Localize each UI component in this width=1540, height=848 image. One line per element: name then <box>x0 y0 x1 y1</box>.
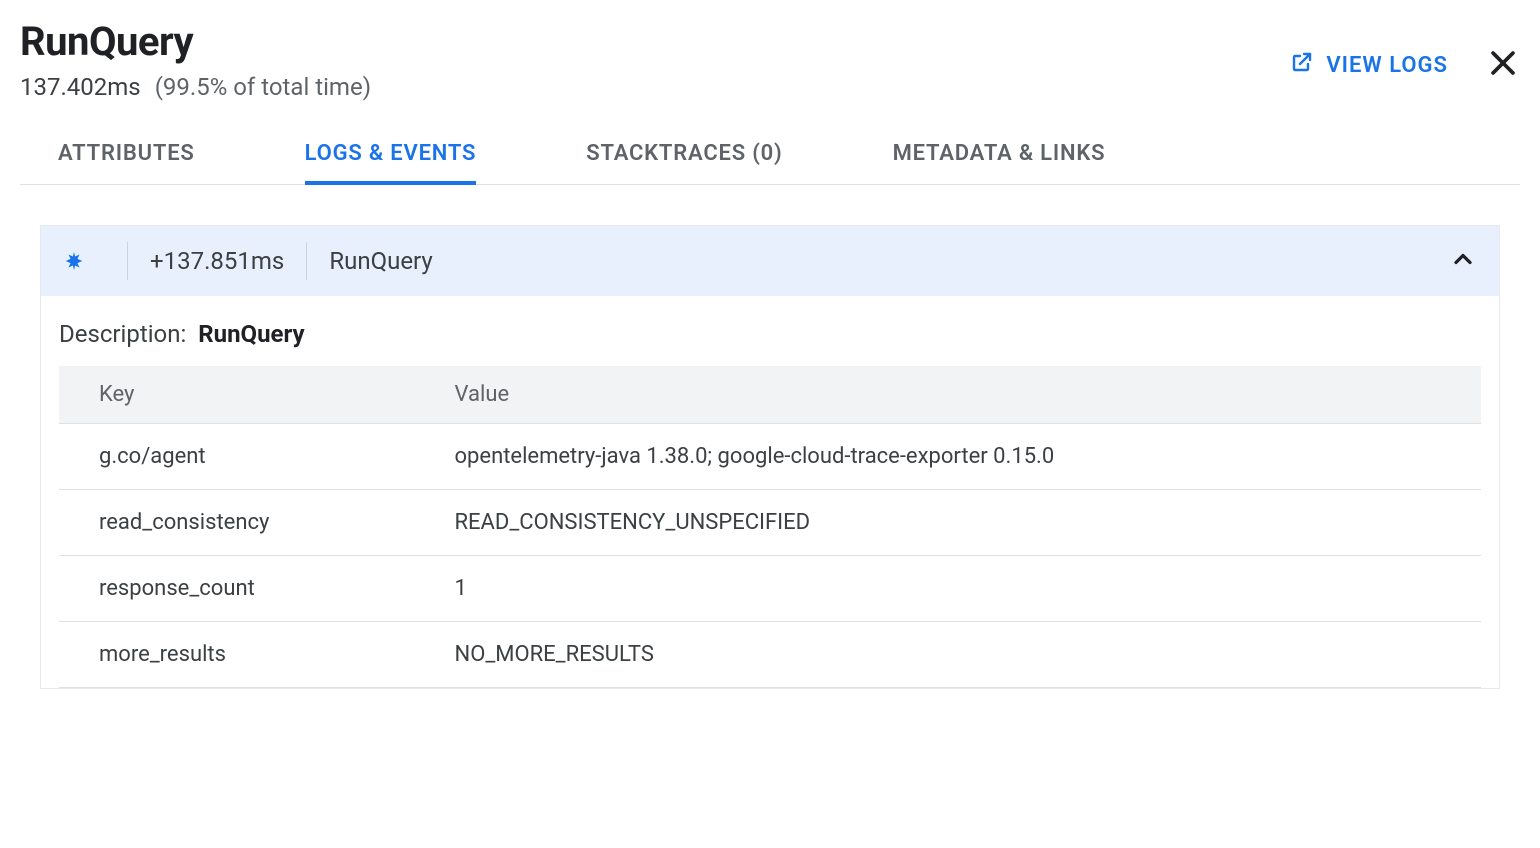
attr-key: response_count <box>59 556 415 622</box>
attr-value: READ_CONSISTENCY_UNSPECIFIED <box>415 490 1482 556</box>
tab-stacktraces[interactable]: STACKTRACES (0) <box>586 131 782 184</box>
attr-value: NO_MORE_RESULTS <box>415 622 1482 688</box>
attr-key: more_results <box>59 622 415 688</box>
attr-value: 1 <box>415 556 1482 622</box>
table-row: read_consistency READ_CONSISTENCY_UNSPEC… <box>59 490 1481 556</box>
attr-value: opentelemetry-java 1.38.0; google-cloud-… <box>415 424 1482 490</box>
view-logs-label: VIEW LOGS <box>1326 53 1448 78</box>
tab-attributes[interactable]: ATTRIBUTES <box>58 131 195 184</box>
span-duration: 137.402ms <box>20 73 141 101</box>
close-icon <box>1486 46 1520 84</box>
view-logs-button[interactable]: VIEW LOGS <box>1290 50 1448 80</box>
attr-key: g.co/agent <box>59 424 415 490</box>
table-row: response_count 1 <box>59 556 1481 622</box>
span-percent: (99.5% of total time) <box>155 73 371 101</box>
attr-key: read_consistency <box>59 490 415 556</box>
event-marker-icon <box>63 250 85 272</box>
separator <box>306 242 307 280</box>
event-toggle-header[interactable]: +137.851ms RunQuery <box>41 226 1499 296</box>
tab-logs-events[interactable]: LOGS & EVENTS <box>305 131 477 184</box>
tab-metadata-links[interactable]: METADATA & LINKS <box>893 131 1106 184</box>
event-name: RunQuery <box>329 247 432 275</box>
open-external-icon <box>1290 50 1314 80</box>
description-label: Description: <box>59 320 186 348</box>
column-header-value: Value <box>415 366 1482 424</box>
separator <box>127 242 128 280</box>
span-title: RunQuery <box>20 18 371 65</box>
event-time-offset: +137.851ms <box>150 247 284 275</box>
close-button[interactable] <box>1486 46 1520 84</box>
description-value: RunQuery <box>198 320 304 348</box>
tab-bar: ATTRIBUTES LOGS & EVENTS STACKTRACES (0)… <box>20 101 1520 185</box>
column-header-key: Key <box>59 366 415 424</box>
collapse-button[interactable] <box>1449 245 1477 277</box>
chevron-up-icon <box>1449 258 1477 277</box>
event-attributes-table: Key Value g.co/agent opentelemetry-java … <box>59 366 1481 688</box>
table-row: more_results NO_MORE_RESULTS <box>59 622 1481 688</box>
table-row: g.co/agent opentelemetry-java 1.38.0; go… <box>59 424 1481 490</box>
event-card: +137.851ms RunQuery Description: RunQuer… <box>40 225 1500 689</box>
